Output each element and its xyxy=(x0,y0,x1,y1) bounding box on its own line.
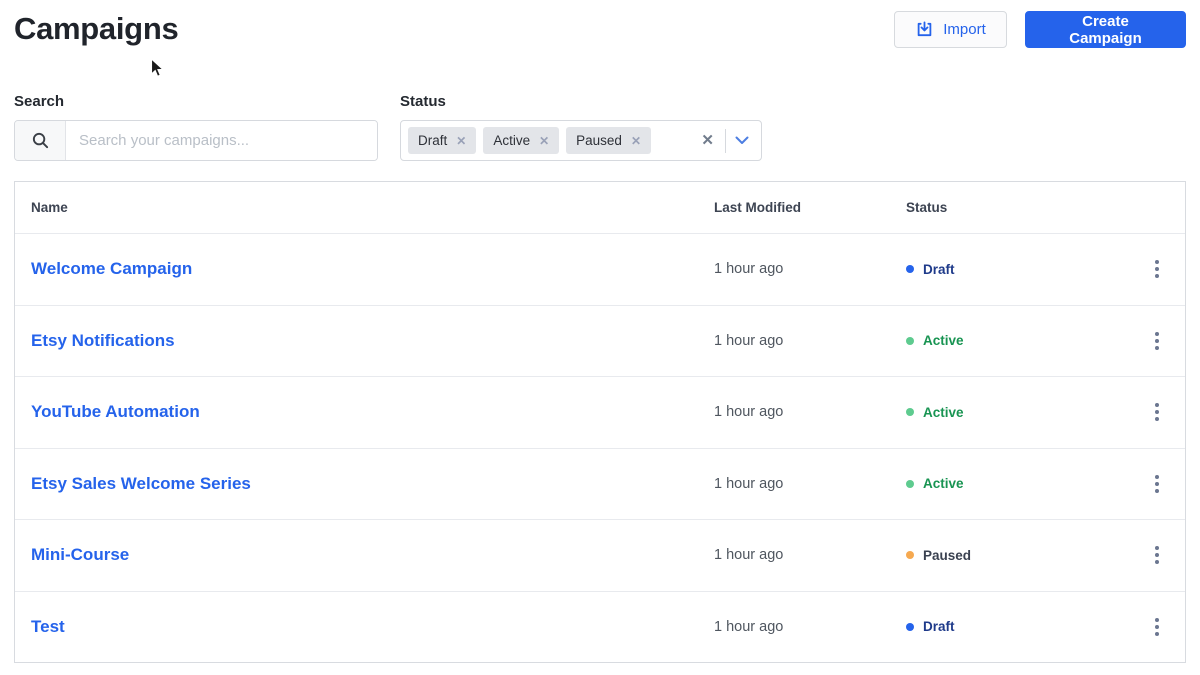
status-chip-list: Draft ✕ Active ✕ Paused ✕ xyxy=(408,127,652,154)
status-value: Draft xyxy=(923,261,955,277)
status-dot xyxy=(906,408,914,417)
import-button[interactable]: Import xyxy=(894,11,1007,48)
last-modified-value: 1 hour ago xyxy=(714,618,784,635)
filters-bar: Search Status Draft ✕ Active ✕ Paused xyxy=(14,93,1186,161)
status-multiselect[interactable]: Draft ✕ Active ✕ Paused ✕ ✕ xyxy=(400,120,762,161)
row-menu-button[interactable] xyxy=(1147,254,1167,284)
search-icon xyxy=(15,121,66,160)
page-title: Campaigns xyxy=(14,11,179,46)
create-campaign-button[interactable]: Create Campaign xyxy=(1025,11,1186,48)
status-filter: Status Draft ✕ Active ✕ Paused ✕ ✕ xyxy=(400,93,762,161)
table-row: YouTube Automation 1 hour ago Active xyxy=(15,376,1185,448)
kebab-icon xyxy=(1155,331,1159,336)
campaign-name-link[interactable]: Mini-Course xyxy=(31,545,129,564)
row-menu-button[interactable] xyxy=(1147,612,1167,642)
status-chip-label: Paused xyxy=(576,133,622,148)
campaign-name-link[interactable]: Etsy Notifications xyxy=(31,331,175,350)
import-button-label: Import xyxy=(943,21,986,38)
search-filter: Search xyxy=(14,93,378,161)
table-row: Welcome Campaign 1 hour ago Draft xyxy=(15,233,1185,305)
status-value: Active xyxy=(923,476,964,492)
campaign-name-link[interactable]: Test xyxy=(31,617,65,636)
kebab-icon xyxy=(1155,546,1159,551)
table-row: Mini-Course 1 hour ago Paused xyxy=(15,519,1185,591)
status-chip[interactable]: Draft ✕ xyxy=(408,127,477,154)
column-header-name: Name xyxy=(31,200,68,215)
search-input[interactable] xyxy=(66,121,377,160)
status-chip[interactable]: Paused ✕ xyxy=(566,127,652,154)
header-actions: Import Create Campaign xyxy=(894,9,1186,48)
chip-remove-icon[interactable]: ✕ xyxy=(456,135,466,147)
chevron-down-icon[interactable] xyxy=(735,136,749,145)
mouse-cursor xyxy=(150,58,165,78)
last-modified-value: 1 hour ago xyxy=(714,547,784,564)
page-header: Campaigns Import Create Campaign xyxy=(14,0,1186,49)
last-modified-value: 1 hour ago xyxy=(714,404,784,421)
status-dot xyxy=(906,479,914,488)
select-divider xyxy=(725,128,726,153)
row-menu-button[interactable] xyxy=(1147,326,1167,356)
campaign-name-link[interactable]: Etsy Sales Welcome Series xyxy=(31,474,251,493)
chip-remove-icon[interactable]: ✕ xyxy=(631,135,641,147)
status-dot xyxy=(906,265,914,274)
status-dot xyxy=(906,551,914,560)
status-chip-label: Active xyxy=(493,133,531,148)
kebab-icon xyxy=(1155,474,1159,479)
status-value: Paused xyxy=(923,547,972,563)
kebab-icon xyxy=(1155,403,1159,408)
last-modified-value: 1 hour ago xyxy=(714,332,784,349)
status-value: Active xyxy=(923,404,964,420)
campaigns-page: Campaigns Import Create Campaign Search xyxy=(0,0,1200,675)
row-menu-button[interactable] xyxy=(1147,469,1167,499)
clear-all-icon[interactable]: ✕ xyxy=(701,133,714,148)
campaigns-table: Name Last Modified Status Welcome Campai… xyxy=(14,181,1186,663)
chip-remove-icon[interactable]: ✕ xyxy=(539,135,549,147)
select-controls: ✕ xyxy=(701,128,749,153)
status-chip-label: Draft xyxy=(418,133,448,148)
last-modified-value: 1 hour ago xyxy=(714,475,784,492)
status-dot xyxy=(906,622,914,631)
status-label: Status xyxy=(400,93,446,110)
table-row: Etsy Sales Welcome Series 1 hour ago Act… xyxy=(15,447,1185,520)
status-value: Draft xyxy=(923,619,955,635)
table-row: Test 1 hour ago Draft xyxy=(15,590,1185,663)
table-row: Etsy Notifications 1 hour ago Active xyxy=(15,304,1185,377)
kebab-icon xyxy=(1155,260,1159,265)
row-menu-button[interactable] xyxy=(1147,540,1167,570)
campaign-name-link[interactable]: YouTube Automation xyxy=(31,402,200,421)
campaign-name-link[interactable]: Welcome Campaign xyxy=(31,259,192,278)
table-body: Welcome Campaign 1 hour ago Draft Etsy N… xyxy=(15,233,1185,662)
column-header-status: Status xyxy=(906,200,948,215)
column-header-last-modified: Last Modified xyxy=(714,200,801,215)
table-header: Name Last Modified Status xyxy=(15,182,1185,233)
status-chip[interactable]: Active ✕ xyxy=(483,127,560,154)
row-menu-button[interactable] xyxy=(1147,397,1167,427)
search-label: Search xyxy=(14,93,65,110)
status-value: Active xyxy=(923,333,964,349)
status-dot xyxy=(906,336,914,345)
import-icon xyxy=(917,21,932,37)
kebab-icon xyxy=(1155,617,1159,622)
last-modified-value: 1 hour ago xyxy=(714,261,784,278)
search-box xyxy=(14,120,378,161)
